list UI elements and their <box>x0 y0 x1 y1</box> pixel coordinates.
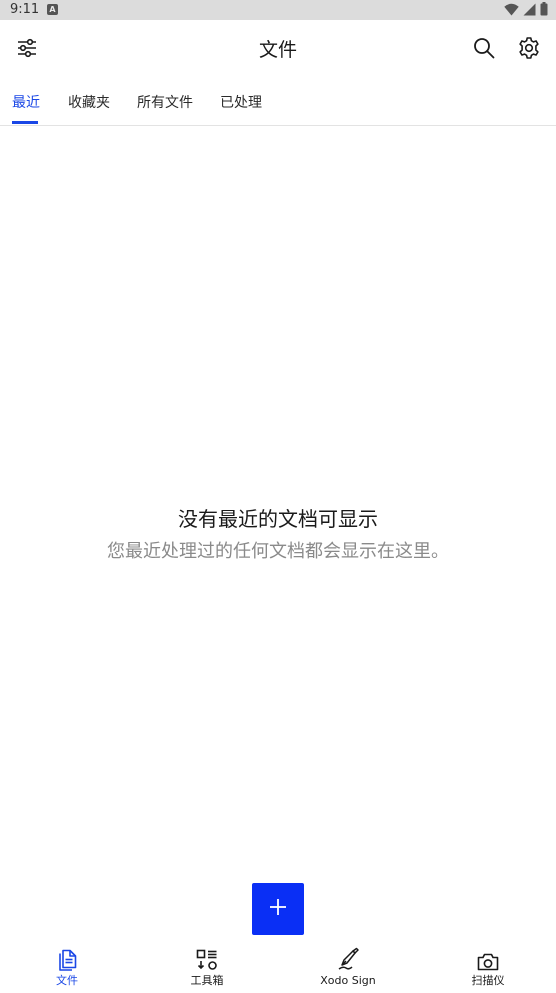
signal-icon <box>523 1 536 20</box>
search-button[interactable] <box>464 30 504 70</box>
nav-files-label: 文件 <box>56 974 78 987</box>
status-time: 9:11 <box>10 2 40 17</box>
empty-state-subtitle: 您最近处理过的任何文档都会显示在这里。 <box>107 541 449 562</box>
search-icon <box>473 37 495 63</box>
tab-bar: 最近 收藏夹 所有文件 已处理 <box>0 80 556 126</box>
document-icon <box>57 945 77 971</box>
nav-files[interactable]: 文件 <box>12 945 122 993</box>
tab-active-indicator <box>12 121 38 124</box>
add-button[interactable] <box>252 883 304 935</box>
nav-xodo-sign-label: Xodo Sign <box>320 974 376 987</box>
wifi-icon <box>504 1 519 20</box>
pen-nib-icon <box>337 945 359 971</box>
tab-all-files[interactable]: 所有文件 <box>137 92 193 114</box>
app-bar: 文件 <box>0 20 556 80</box>
nav-scanner[interactable]: 扫描仪 <box>433 945 543 993</box>
status-icons <box>504 1 548 20</box>
tab-favorites[interactable]: 收藏夹 <box>68 92 110 114</box>
toolbox-icon <box>196 945 218 971</box>
a-icon: A <box>47 4 58 15</box>
nav-toolbox-label: 工具箱 <box>190 974 224 987</box>
plus-icon <box>269 898 287 920</box>
gear-icon <box>517 36 541 64</box>
nav-xodo-sign[interactable]: Xodo Sign <box>293 945 403 993</box>
empty-state-title: 没有最近的文档可显示 <box>178 507 378 531</box>
nav-scanner-label: 扫描仪 <box>471 974 505 987</box>
bottom-nav: 文件 工具箱 Xodo Sign 扫描仪 <box>0 945 556 993</box>
tab-processed[interactable]: 已处理 <box>220 92 262 114</box>
battery-icon <box>540 1 548 20</box>
nav-toolbox[interactable]: 工具箱 <box>152 945 262 993</box>
camera-icon <box>477 945 499 971</box>
tab-recent[interactable]: 最近 <box>12 92 40 114</box>
settings-button[interactable] <box>509 30 549 70</box>
status-bar: 9:11 A <box>0 0 556 20</box>
